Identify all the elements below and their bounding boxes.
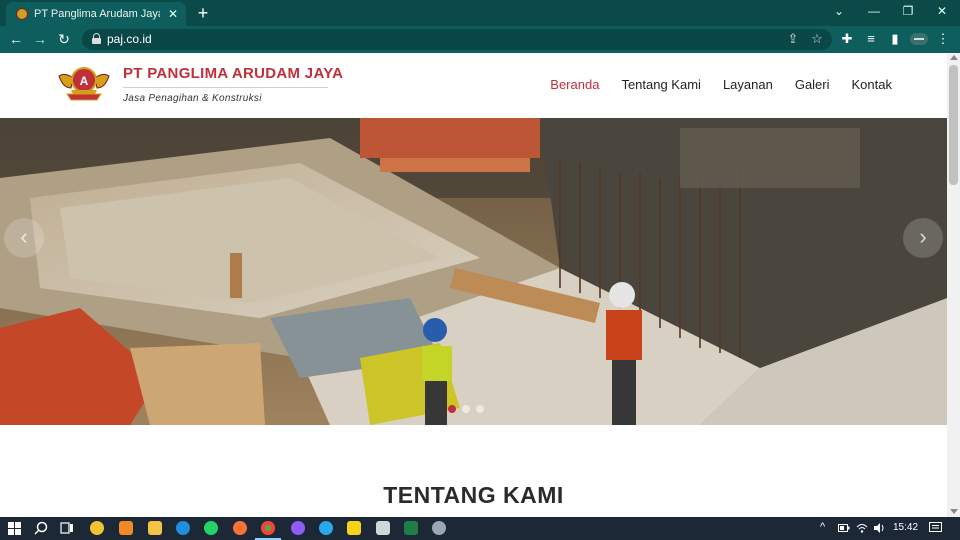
- construction-site-photo: [0, 118, 947, 425]
- brand-divider: [123, 87, 328, 88]
- app-icon[interactable]: [119, 521, 133, 535]
- brand-tagline: Jasa Penagihan & Konstruksi: [123, 93, 262, 104]
- telegram-icon[interactable]: [319, 521, 333, 535]
- minimize-button[interactable]: —: [864, 4, 884, 18]
- tab-search-icon[interactable]: ⌄: [829, 4, 849, 18]
- chrome-icon[interactable]: [261, 521, 275, 535]
- close-window-button[interactable]: ✕: [932, 4, 952, 18]
- hero-carousel: ‹ ›: [0, 118, 947, 425]
- scroll-up-arrow-icon[interactable]: [950, 55, 958, 60]
- task-view-icon[interactable]: [60, 521, 74, 535]
- app-icon[interactable]: [90, 521, 104, 535]
- site-favicon-icon: [16, 8, 28, 20]
- site-header: A PT PANGLIMA ARUDAM JAYA Jasa Penagihan…: [0, 53, 947, 118]
- carousel-next-button[interactable]: ›: [903, 218, 943, 258]
- nav-galeri[interactable]: Galeri: [795, 77, 830, 92]
- forward-button[interactable]: →: [30, 30, 50, 48]
- extensions-icon[interactable]: ✚: [838, 30, 856, 48]
- svg-text:A: A: [80, 74, 89, 88]
- excel-icon[interactable]: [404, 521, 418, 535]
- windows-start-icon[interactable]: [8, 522, 21, 535]
- search-icon[interactable]: [34, 521, 48, 535]
- profile-avatar[interactable]: [910, 30, 928, 50]
- edge-browser-icon[interactable]: [176, 521, 190, 535]
- nav-beranda[interactable]: Beranda: [550, 77, 599, 92]
- lock-icon: [92, 33, 101, 44]
- file-explorer-icon[interactable]: [148, 521, 162, 535]
- media-control-icon[interactable]: ≡: [862, 30, 880, 48]
- battery-icon[interactable]: [838, 523, 850, 533]
- tab-close-icon[interactable]: ✕: [166, 7, 180, 21]
- sticky-notes-icon[interactable]: [347, 521, 361, 535]
- scroll-thumb[interactable]: [949, 65, 958, 185]
- chevron-up-icon[interactable]: ^: [820, 521, 825, 533]
- address-bar[interactable]: paj.co.id ⇪ ☆: [82, 29, 832, 50]
- new-tab-button[interactable]: +: [193, 3, 213, 23]
- brand-name[interactable]: PT PANGLIMA ARUDAM JAYA: [123, 65, 343, 82]
- section-title-tentang-kami: TENTANG KAMI: [383, 482, 564, 508]
- restore-button[interactable]: ❐: [898, 4, 918, 18]
- url-text: paj.co.id: [107, 32, 152, 46]
- back-button[interactable]: ←: [6, 30, 26, 48]
- carousel-indicators: [448, 405, 484, 413]
- web-page: A PT PANGLIMA ARUDAM JAYA Jasa Penagihan…: [0, 53, 947, 517]
- carousel-dot[interactable]: [448, 405, 456, 413]
- carousel-dot[interactable]: [476, 405, 484, 413]
- share-icon[interactable]: ⇪: [784, 31, 802, 47]
- nav-layanan[interactable]: Layanan: [723, 77, 773, 92]
- nav-kontak[interactable]: Kontak: [852, 77, 892, 92]
- scroll-down-arrow-icon[interactable]: [950, 509, 958, 514]
- browser-toolbar: ← → ↻ paj.co.id ⇪ ☆ ✚ ≡ ▮ ⋮: [0, 26, 960, 53]
- volume-icon[interactable]: [873, 522, 885, 534]
- windows-taskbar: ^ 15:42: [0, 517, 960, 540]
- carousel-dot[interactable]: [462, 405, 470, 413]
- nav-tentang-kami[interactable]: Tentang Kami: [621, 77, 701, 92]
- calculator-icon[interactable]: [376, 521, 390, 535]
- bookmark-star-icon[interactable]: ☆: [808, 31, 826, 47]
- browser-menu-icon[interactable]: ⋮: [934, 30, 952, 48]
- whatsapp-icon[interactable]: [204, 521, 218, 535]
- tab-strip: PT Panglima Arudam Jaya - Jasa Penagihan…: [0, 0, 960, 26]
- carousel-prev-button[interactable]: ‹: [4, 218, 44, 258]
- reload-button[interactable]: ↻: [54, 30, 74, 48]
- notification-icon[interactable]: [929, 522, 942, 534]
- page-scrollbar[interactable]: [947, 53, 960, 517]
- taskbar-clock[interactable]: 15:42: [893, 522, 918, 533]
- tab-title: PT Panglima Arudam Jaya - Jasa Penagihan…: [34, 8, 160, 20]
- firefox-icon[interactable]: [233, 521, 247, 535]
- wifi-icon[interactable]: [856, 522, 868, 534]
- side-panel-icon[interactable]: ▮: [886, 30, 904, 48]
- app-icon[interactable]: [432, 521, 446, 535]
- main-nav: Beranda Tentang Kami Layanan Galeri Kont…: [550, 77, 892, 92]
- messenger-icon[interactable]: [291, 521, 305, 535]
- browser-tab[interactable]: PT Panglima Arudam Jaya - Jasa Penagihan…: [6, 2, 186, 26]
- company-logo[interactable]: A: [57, 62, 111, 104]
